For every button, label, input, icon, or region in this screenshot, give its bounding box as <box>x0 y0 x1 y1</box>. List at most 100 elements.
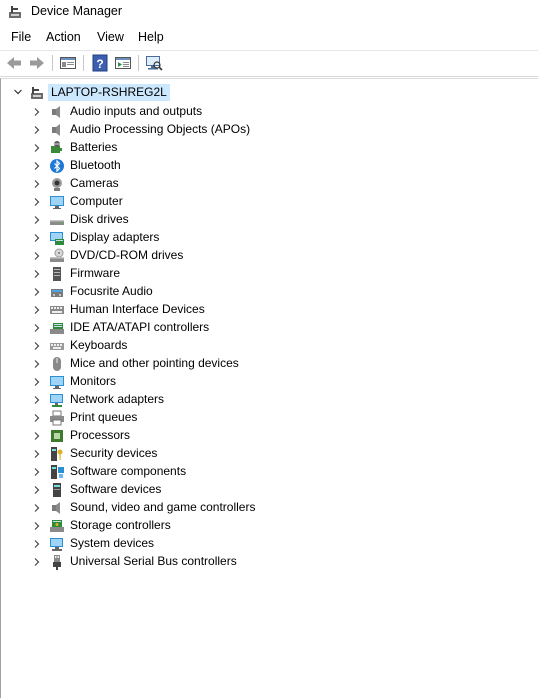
toolbar-separator <box>138 55 139 71</box>
tree-root[interactable]: LAPTOP-RSHREG2L <box>1 84 401 102</box>
category-label[interactable]: Processors <box>70 428 130 442</box>
disk-drive-icon <box>49 212 65 228</box>
chevron-right-icon[interactable] <box>32 269 42 279</box>
category-row[interactable]: Human Interface Devices <box>1 301 521 319</box>
category-label[interactable]: Cameras <box>70 176 119 190</box>
computer-name[interactable]: LAPTOP-RSHREG2L <box>48 84 170 101</box>
chevron-right-icon[interactable] <box>32 413 42 423</box>
menu-action[interactable]: Action <box>46 30 81 44</box>
chevron-right-icon[interactable] <box>32 431 42 441</box>
chevron-right-icon[interactable] <box>32 377 42 387</box>
category-label[interactable]: Display adapters <box>70 230 159 244</box>
category-row[interactable]: Cameras <box>1 175 521 193</box>
category-row[interactable]: Keyboards <box>1 337 521 355</box>
chevron-right-icon[interactable] <box>32 467 42 477</box>
category-label[interactable]: DVD/CD-ROM drives <box>70 248 183 262</box>
chevron-right-icon[interactable] <box>32 341 42 351</box>
chevron-right-icon[interactable] <box>32 161 42 171</box>
toolbar: ? <box>0 50 538 77</box>
category-row[interactable]: Mice and other pointing devices <box>1 355 521 373</box>
category-label[interactable]: IDE ATA/ATAPI controllers <box>70 320 209 334</box>
chevron-right-icon[interactable] <box>32 521 42 531</box>
audio-device-icon <box>49 284 65 300</box>
chevron-right-icon[interactable] <box>32 143 42 153</box>
ide-controller-icon <box>49 320 65 336</box>
category-label[interactable]: Network adapters <box>70 392 164 406</box>
category-row[interactable]: Storage controllers <box>1 517 521 535</box>
category-row[interactable]: Focusrite Audio <box>1 283 521 301</box>
menu-view[interactable]: View <box>97 30 124 44</box>
category-row[interactable]: Universal Serial Bus controllers <box>1 553 521 571</box>
category-label[interactable]: Print queues <box>70 410 137 424</box>
category-row[interactable]: Software devices <box>1 481 521 499</box>
category-label[interactable]: Batteries <box>70 140 117 154</box>
category-row[interactable]: Audio inputs and outputs <box>1 103 521 121</box>
category-row[interactable]: Network adapters <box>1 391 521 409</box>
chevron-right-icon[interactable] <box>32 251 42 261</box>
chevron-right-icon[interactable] <box>32 485 42 495</box>
category-label[interactable]: Computer <box>70 194 123 208</box>
category-label[interactable]: Focusrite Audio <box>70 284 153 298</box>
category-label[interactable]: Bluetooth <box>70 158 121 172</box>
show-hide-console-tree-icon[interactable] <box>114 54 132 72</box>
chevron-right-icon[interactable] <box>32 179 42 189</box>
chevron-right-icon[interactable] <box>32 503 42 513</box>
chevron-right-icon[interactable] <box>32 557 42 567</box>
category-row[interactable]: Firmware <box>1 265 521 283</box>
menu-file[interactable]: File <box>11 30 31 44</box>
category-label[interactable]: Audio inputs and outputs <box>70 104 202 118</box>
category-row[interactable]: Processors <box>1 427 521 445</box>
chevron-right-icon[interactable] <box>32 125 42 135</box>
scan-for-hardware-changes-icon[interactable] <box>145 54 163 72</box>
category-row[interactable]: Sound, video and game controllers <box>1 499 521 517</box>
chevron-right-icon[interactable] <box>32 233 42 243</box>
back-arrow-icon[interactable] <box>5 54 23 72</box>
chevron-right-icon[interactable] <box>32 215 42 225</box>
category-row[interactable]: DVD/CD-ROM drives <box>1 247 521 265</box>
category-label[interactable]: Firmware <box>70 266 120 280</box>
category-label[interactable]: Keyboards <box>70 338 127 352</box>
bluetooth-icon <box>49 158 65 174</box>
category-label[interactable]: Sound, video and game controllers <box>70 500 255 514</box>
speaker-icon <box>49 500 65 516</box>
category-label[interactable]: Universal Serial Bus controllers <box>70 554 237 568</box>
chevron-right-icon[interactable] <box>32 395 42 405</box>
category-label[interactable]: Human Interface Devices <box>70 302 205 316</box>
chevron-right-icon[interactable] <box>32 539 42 549</box>
chevron-right-icon[interactable] <box>32 287 42 297</box>
chevron-right-icon[interactable] <box>32 305 42 315</box>
category-row[interactable]: Display adapters <box>1 229 521 247</box>
category-row[interactable]: Monitors <box>1 373 521 391</box>
category-label[interactable]: Security devices <box>70 446 157 460</box>
category-row[interactable]: Audio Processing Objects (APOs) <box>1 121 521 139</box>
category-label[interactable]: Mice and other pointing devices <box>70 356 239 370</box>
category-label[interactable]: Audio Processing Objects (APOs) <box>70 122 250 136</box>
chevron-down-icon[interactable] <box>13 87 23 97</box>
category-row[interactable]: Computer <box>1 193 521 211</box>
category-label[interactable]: Monitors <box>70 374 116 388</box>
network-adapter-icon <box>49 392 65 408</box>
category-row[interactable]: Batteries <box>1 139 521 157</box>
category-row[interactable]: Print queues <box>1 409 521 427</box>
category-label[interactable]: Software devices <box>70 482 161 496</box>
category-label[interactable]: Storage controllers <box>70 518 171 532</box>
category-row[interactable]: Software components <box>1 463 521 481</box>
category-label[interactable]: System devices <box>70 536 154 550</box>
chevron-right-icon[interactable] <box>32 359 42 369</box>
category-row[interactable]: Bluetooth <box>1 157 521 175</box>
properties-icon[interactable] <box>59 54 77 72</box>
menu-help[interactable]: Help <box>138 30 164 44</box>
category-label[interactable]: Disk drives <box>70 212 129 226</box>
category-label[interactable]: Software components <box>70 464 186 478</box>
help-icon[interactable]: ? <box>91 54 109 72</box>
forward-arrow-icon[interactable] <box>28 54 46 72</box>
category-row[interactable]: System devices <box>1 535 521 553</box>
category-row[interactable]: Disk drives <box>1 211 521 229</box>
category-row[interactable]: Security devices <box>1 445 521 463</box>
category-row[interactable]: IDE ATA/ATAPI controllers <box>1 319 521 337</box>
chevron-right-icon[interactable] <box>32 197 42 207</box>
chevron-right-icon[interactable] <box>32 323 42 333</box>
camera-icon <box>49 176 65 192</box>
chevron-right-icon[interactable] <box>32 449 42 459</box>
chevron-right-icon[interactable] <box>32 107 42 117</box>
